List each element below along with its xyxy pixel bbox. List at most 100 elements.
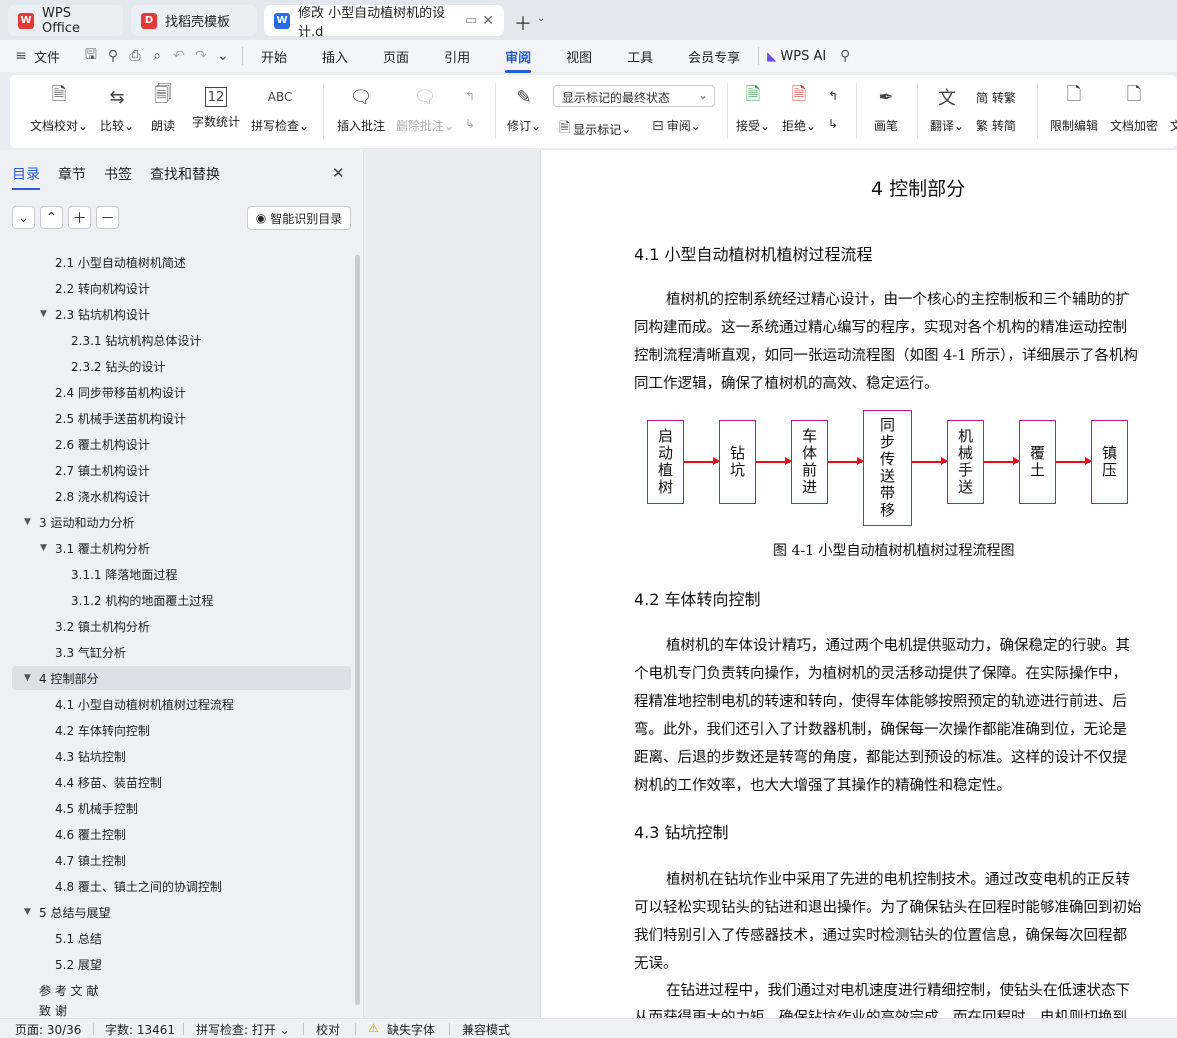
menu-page[interactable]: 页面 — [373, 47, 419, 66]
doc-check-button[interactable]: 🗎 文档校对⌄ — [30, 83, 88, 134]
close-icon[interactable]: ✕ — [482, 13, 494, 29]
restrict-edit-button[interactable]: 🗋 限制编辑 — [1050, 83, 1098, 134]
toc-item[interactable]: 2.3.2 钻头的设计 — [71, 354, 165, 378]
page-indicator[interactable]: 页面: 30/36 — [15, 1021, 81, 1038]
toc-item[interactable]: 2.7 镇土机构设计 — [55, 458, 150, 482]
collapse-up-button[interactable]: ⌃ — [40, 206, 63, 229]
toc-item[interactable]: 2.2 转向机构设计 — [55, 276, 150, 300]
undo-icon[interactable]: ↶ — [168, 45, 190, 67]
translate-button[interactable]: 文翻译⌄ — [930, 83, 964, 134]
new-tab-icon[interactable]: ＋ — [514, 10, 532, 36]
nav-scrollbar[interactable] — [355, 255, 360, 1005]
toc-item[interactable]: 4.2 车体转向控制 — [55, 718, 150, 742]
menu-wps-ai[interactable]: WPS AI — [780, 49, 826, 64]
hamburger-icon[interactable]: ≡ — [10, 45, 32, 67]
toc-item[interactable]: 4.5 机械手控制 — [55, 796, 138, 820]
to-traditional-button[interactable]: 简 转繁 — [976, 89, 1016, 106]
collapse-down-button[interactable]: ⌄ — [12, 206, 35, 229]
search-icon[interactable]: ⚲ — [834, 45, 856, 67]
pen-button[interactable]: ✒ 画笔 — [874, 83, 898, 134]
toc-item[interactable]: ▼ 3.1 覆土机构分析 — [40, 536, 150, 560]
to-simplified-button[interactable]: 繁 转简 — [976, 117, 1016, 134]
toc-item[interactable]: 5.1 总结 — [55, 926, 102, 950]
menu-view[interactable]: 视图 — [556, 47, 602, 66]
chevron-down-icon[interactable]: ⌄ — [537, 13, 545, 24]
toc-item[interactable]: 2.5 机械手送苗机构设计 — [55, 406, 186, 430]
markup-state-dropdown[interactable]: 显示标记的最终状态 ⌄ — [553, 85, 715, 107]
prev-change-icon[interactable]: ↰ — [828, 89, 838, 103]
add-toc-item-button[interactable]: ＋ — [68, 206, 91, 229]
toc-item-selected[interactable]: ▼ 4 控制部分 — [24, 666, 98, 690]
proofread-indicator[interactable]: 校对 — [316, 1021, 340, 1038]
toc-item[interactable]: 3.2 镇土机构分析 — [55, 614, 150, 638]
missing-font-indicator[interactable]: 缺失字体 — [387, 1021, 435, 1038]
compare-button[interactable]: ⇆ 比较⌄ — [100, 83, 134, 134]
read-aloud-button[interactable]: 🗐 朗读 — [151, 83, 175, 134]
nav-tab-chapters[interactable]: 章节 — [58, 164, 86, 184]
spell-check-button[interactable]: ABC 拼写检查⌄ — [251, 83, 309, 134]
tab-current-document[interactable]: W 修改 小型自动植树机的设计.d ▭ ✕ — [264, 5, 504, 40]
toc-item[interactable]: 参 考 文 献 — [39, 978, 98, 1002]
print-preview-icon[interactable]: ⌕ — [146, 45, 168, 67]
toc-item[interactable]: 3.3 气缸分析 — [55, 640, 126, 664]
quick-access-more-icon[interactable]: ⌄ — [212, 45, 234, 67]
doc-encrypt-button[interactable]: 🗋 文档加密 — [1110, 83, 1158, 134]
toc-item[interactable]: 4.6 覆土控制 — [55, 822, 126, 846]
insert-comment-button[interactable]: 🗨 插入批注 — [337, 83, 385, 134]
toc-item[interactable]: 2.4 同步带移苗机构设计 — [55, 380, 186, 404]
toc-item[interactable]: 致 谢 — [39, 1002, 67, 1018]
toc-item[interactable]: 4.7 镇土控制 — [55, 848, 126, 872]
expand-arrow-icon[interactable]: ▼ — [24, 907, 31, 917]
nav-tab-toc[interactable]: 目录 — [12, 164, 40, 190]
expand-arrow-icon[interactable]: ▼ — [40, 309, 47, 319]
reject-button[interactable]: 🗎 拒绝⌄ — [782, 83, 816, 134]
toc-item[interactable]: ▼ 2.3 钻坑机构设计 — [40, 302, 150, 326]
toc-item[interactable]: ▼ 3 运动和动力分析 — [24, 510, 134, 534]
share-icon[interactable]: ⚲ — [102, 45, 124, 67]
more-ribbon-button[interactable]: 文 — [1170, 83, 1177, 134]
nav-tab-bookmarks[interactable]: 书签 — [104, 164, 132, 184]
menu-home[interactable]: 开始 — [251, 47, 297, 66]
nav-tab-find-replace[interactable]: 查找和替换 — [150, 164, 220, 184]
delete-comment-button[interactable]: 🗨 删除批注⌄ — [396, 83, 454, 134]
toc-item[interactable]: 2.1 小型自动植树机简述 — [55, 250, 186, 274]
spell-check-indicator[interactable]: 拼写检查: 打开 ⌄ — [196, 1021, 290, 1038]
word-count-button[interactable]: 12 字数统计 — [192, 83, 240, 130]
redo-icon[interactable]: ↷ — [190, 45, 212, 67]
prev-comment-icon[interactable]: ↰ — [465, 89, 475, 103]
next-change-icon[interactable]: ↳ — [828, 117, 838, 131]
toc-item[interactable]: 3.1.2 机构的地面覆土过程 — [71, 588, 213, 612]
menu-file[interactable]: 文件 — [32, 47, 70, 66]
menu-review[interactable]: 审阅 — [495, 47, 541, 73]
toc-item[interactable]: 4.8 覆土、镇土之间的协调控制 — [55, 874, 222, 898]
accept-button[interactable]: 🗎 接受⌄ — [736, 83, 770, 134]
toc-item[interactable]: 5.2 展望 — [55, 952, 102, 976]
remove-toc-item-button[interactable]: － — [96, 206, 119, 229]
close-icon[interactable]: ✕ — [332, 164, 345, 182]
toc-item[interactable]: 4.3 钻坑控制 — [55, 744, 126, 768]
toc-item[interactable]: 4.1 小型自动植树机植树过程流程 — [55, 692, 234, 716]
show-markup-button[interactable]: 🗎 显示标记 ⌄ — [559, 117, 631, 141]
review-pane-button[interactable]: ⊟ 审阅 ⌄ — [652, 117, 701, 134]
menu-insert[interactable]: 插入 — [312, 47, 358, 66]
expand-arrow-icon[interactable]: ▼ — [24, 517, 31, 527]
toc-item[interactable]: 2.8 浇水机构设计 — [55, 484, 150, 508]
track-changes-button[interactable]: ✎ 修订⌄ — [507, 83, 541, 134]
word-count-indicator[interactable]: 字数: 13461 — [105, 1021, 175, 1038]
next-comment-icon[interactable]: ↳ — [465, 117, 475, 131]
toc-item[interactable]: 4.4 移苗、装苗控制 — [55, 770, 162, 794]
expand-arrow-icon[interactable]: ▼ — [40, 543, 47, 553]
toc-item[interactable]: ▼ 5 总结与展望 — [24, 900, 110, 924]
menu-tools[interactable]: 工具 — [617, 47, 663, 66]
document-page[interactable]: 4 控制部分 4.1 小型自动植树机植树过程流程 植树机的控制系统经过精心设计，… — [540, 150, 1177, 1018]
expand-arrow-icon[interactable]: ▼ — [24, 673, 31, 683]
toc-item[interactable]: 2.6 覆土机构设计 — [55, 432, 150, 456]
menu-member[interactable]: 会员专享 — [678, 47, 750, 66]
print-icon[interactable]: ⎙ — [124, 45, 146, 67]
menu-reference[interactable]: 引用 — [434, 47, 480, 66]
tab-wps-office[interactable]: W WPS Office — [8, 5, 123, 36]
toc-item[interactable]: 3.1.1 降落地面过程 — [71, 562, 177, 586]
save-icon[interactable]: 🖫 — [80, 45, 102, 67]
tab-docer[interactable]: D 找稻壳模板 — [131, 5, 257, 36]
smart-toc-button[interactable]: ◉ 智能识别目录 — [247, 206, 351, 230]
